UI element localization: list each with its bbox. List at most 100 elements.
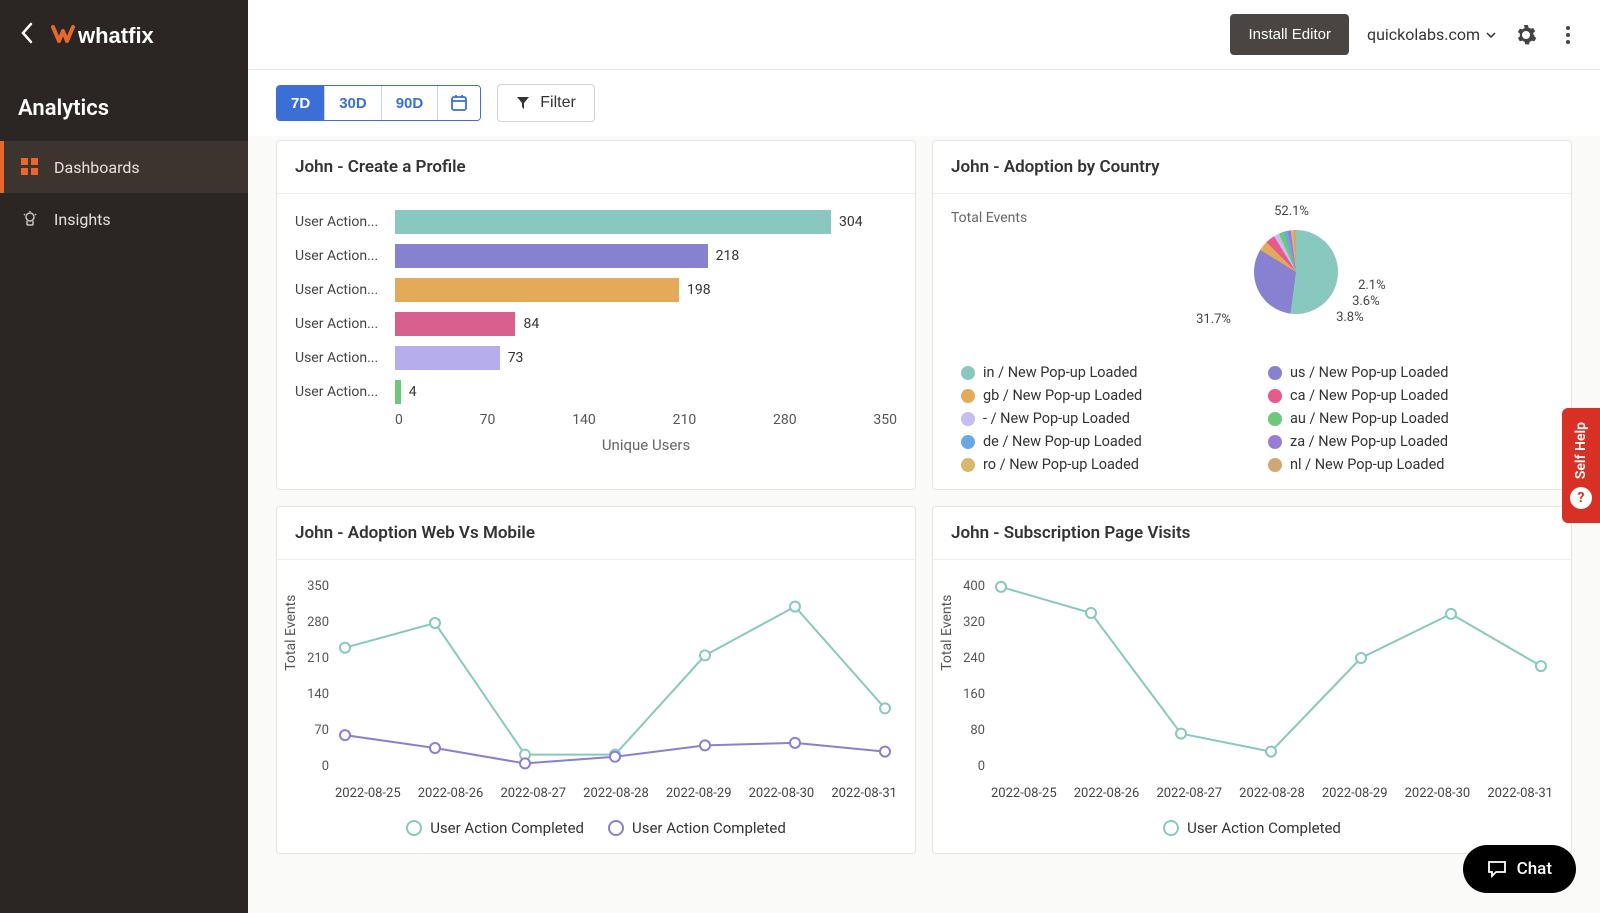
line-ylabel: Total Events	[283, 595, 299, 671]
line-legend: User Action Completed User Action Complet…	[295, 819, 897, 837]
sidebar-item-insights[interactable]: Insights	[0, 193, 248, 245]
bar-row: User Action... 84	[295, 312, 897, 336]
sidebar-item-label: Insights	[54, 210, 111, 229]
line-legend: User Action Completed	[951, 819, 1553, 837]
legend-item: za / New Pop-up Loaded	[1268, 433, 1543, 450]
install-editor-button[interactable]: Install Editor	[1230, 14, 1349, 55]
domain-selector[interactable]: quickolabs.com	[1367, 25, 1496, 44]
gear-icon[interactable]	[1514, 23, 1538, 47]
calendar-icon	[450, 94, 468, 112]
more-icon[interactable]	[1556, 23, 1580, 47]
svg-text:whatfix: whatfix	[77, 23, 155, 48]
legend-item: au / New Pop-up Loaded	[1268, 410, 1543, 427]
main: Install Editor quickolabs.com 7D 30D 90D…	[248, 0, 1600, 913]
sidebar-title: Analytics	[0, 70, 248, 141]
date-range-group: 7D 30D 90D	[276, 85, 481, 121]
line-chart: Total Events 080160240320400	[951, 576, 1553, 780]
legend-label: ca / New Pop-up Loaded	[1290, 387, 1448, 404]
bar-label: User Action...	[295, 316, 383, 332]
tick: 2022-08-28	[1239, 786, 1305, 801]
svg-text:80: 80	[970, 723, 985, 738]
back-icon[interactable]	[16, 18, 38, 52]
chat-icon	[1487, 859, 1507, 879]
help-icon: ?	[1570, 487, 1592, 509]
tick: 2022-08-25	[991, 786, 1057, 801]
legend-label: User Action Completed	[632, 819, 786, 837]
legend-dot	[961, 366, 975, 380]
bar-label: User Action...	[295, 282, 383, 298]
bar-row: User Action... 304	[295, 210, 897, 234]
legend-label: de / New Pop-up Loaded	[983, 433, 1142, 450]
bar-value: 304	[839, 214, 863, 230]
legend-label: us / New Pop-up Loaded	[1290, 364, 1448, 381]
card-title: John - Subscription Page Visits	[933, 507, 1571, 560]
svg-text:320: 320	[963, 615, 985, 630]
line-svg: 080160240320400	[991, 576, 1551, 776]
legend-dot	[608, 820, 624, 836]
domain-label: quickolabs.com	[1367, 25, 1480, 44]
legend-dot	[1268, 389, 1282, 403]
bar-value: 73	[508, 350, 524, 366]
bar-track: 84	[395, 312, 897, 336]
range-90d[interactable]: 90D	[382, 86, 439, 120]
tick: 2022-08-28	[583, 786, 649, 801]
legend-item: nl / New Pop-up Loaded	[1268, 456, 1543, 473]
bar	[395, 346, 500, 370]
legend-label: - / New Pop-up Loaded	[983, 410, 1130, 427]
tick: 140	[572, 412, 596, 428]
legend-dot	[406, 820, 422, 836]
card-body: Total Events 080160240320400 2022-08-252…	[933, 560, 1571, 853]
svg-text:160: 160	[963, 687, 985, 702]
bar	[395, 278, 679, 302]
range-7d[interactable]: 7D	[277, 86, 325, 120]
sidebar: whatfix Analytics Dashboards Insights	[0, 0, 248, 913]
legend-label: za / New Pop-up Loaded	[1290, 433, 1448, 450]
bar	[395, 210, 831, 234]
self-help-tab[interactable]: Self Help ?	[1562, 408, 1600, 523]
tick: 280	[773, 412, 797, 428]
pie-ylabel: Total Events	[951, 210, 1027, 226]
legend-item: in / New Pop-up Loaded	[961, 364, 1236, 381]
range-30d[interactable]: 30D	[325, 86, 382, 120]
pie-chart: 52.1%31.7%3.8%3.6%2.1%	[1226, 210, 1366, 350]
legend-item: de / New Pop-up Loaded	[961, 433, 1236, 450]
bar-track: 218	[395, 244, 897, 268]
card-body: User Action... 304 User Action... 218 Us…	[277, 194, 915, 470]
legend-item: ro / New Pop-up Loaded	[961, 456, 1236, 473]
range-calendar[interactable]	[438, 86, 480, 120]
tick: 2022-08-27	[1156, 786, 1222, 801]
chat-button[interactable]: Chat	[1463, 845, 1576, 893]
sidebar-item-label: Dashboards	[54, 158, 140, 177]
tick: 350	[873, 412, 897, 428]
line-chart: Total Events 070140210280350	[295, 576, 897, 780]
pie-value-label: 3.6%	[1352, 294, 1380, 309]
content: John - Create a Profile User Action... 3…	[248, 136, 1600, 913]
legend-dot	[1163, 820, 1179, 836]
legend-item: User Action Completed	[406, 819, 584, 837]
sidebar-item-dashboards[interactable]: Dashboards	[0, 141, 248, 193]
chevron-down-icon	[1486, 32, 1496, 38]
svg-text:400: 400	[963, 579, 985, 594]
filter-button[interactable]: Filter	[497, 84, 595, 122]
bar-value: 84	[523, 316, 539, 332]
tick: 2022-08-31	[831, 786, 897, 801]
bar-x-axis: 070140210280350	[395, 412, 897, 428]
legend-dot	[1268, 458, 1282, 472]
bar-row: User Action... 218	[295, 244, 897, 268]
brand-logo: whatfix	[50, 19, 190, 51]
card-grid: John - Create a Profile User Action... 3…	[276, 140, 1572, 854]
svg-text:0: 0	[978, 759, 985, 774]
bar-row: User Action... 4	[295, 380, 897, 404]
pie-legend: in / New Pop-up Loaded us / New Pop-up Lo…	[951, 364, 1553, 473]
line-ylabel: Total Events	[939, 595, 955, 671]
bar-track: 73	[395, 346, 897, 370]
bar	[395, 380, 401, 404]
card-subscription-visits: John - Subscription Page Visits Total Ev…	[932, 506, 1572, 854]
legend-label: gb / New Pop-up Loaded	[983, 387, 1142, 404]
pie-chart-container: 52.1%31.7%3.8%3.6%2.1%	[1039, 210, 1553, 350]
bar	[395, 244, 708, 268]
line-xaxis: 2022-08-252022-08-262022-08-272022-08-28…	[991, 786, 1553, 801]
svg-text:350: 350	[307, 579, 329, 594]
svg-text:240: 240	[963, 651, 985, 666]
tick: 0	[395, 412, 403, 428]
